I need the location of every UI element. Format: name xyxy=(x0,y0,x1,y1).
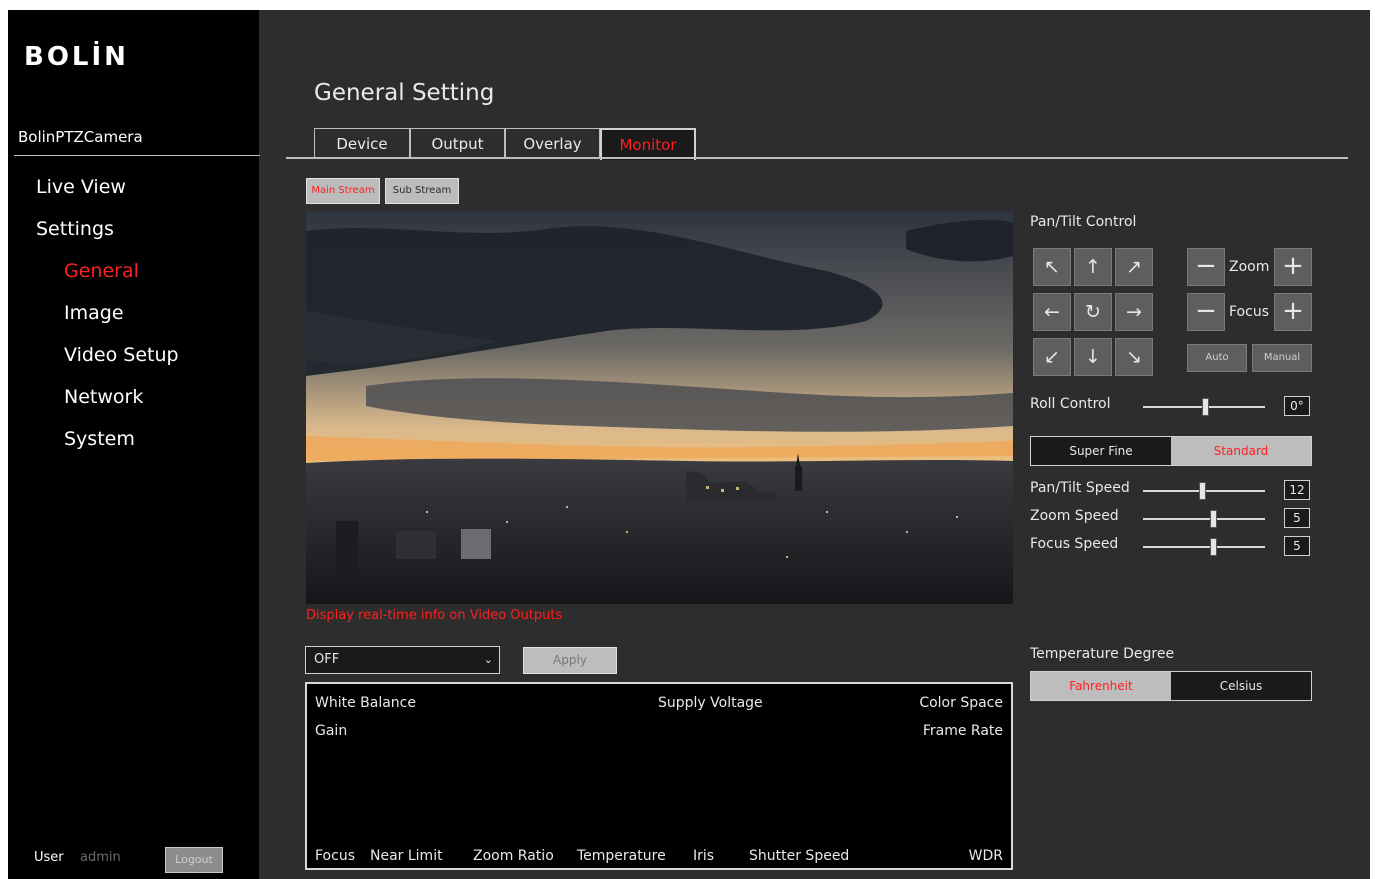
super-fine-option[interactable]: Super Fine xyxy=(1031,437,1171,465)
info-gain: Gain xyxy=(315,723,348,739)
app-frame: BOLİN BolinPTZCamera Live View Settings … xyxy=(8,10,1370,879)
focus-speed-value: 5 xyxy=(1284,536,1310,556)
home-refresh-icon[interactable]: ↻ xyxy=(1074,293,1112,331)
user-label: User xyxy=(34,850,64,865)
focus-speed-label: Focus Speed xyxy=(1030,536,1119,552)
focus-far-button[interactable]: + xyxy=(1274,293,1312,331)
nav-live-view[interactable]: Live View xyxy=(36,176,126,198)
logout-button[interactable]: Logout xyxy=(165,847,223,873)
roll-slider-thumb[interactable] xyxy=(1202,398,1209,416)
info-iris: Iris xyxy=(693,848,715,864)
nav-system[interactable]: System xyxy=(64,428,135,450)
arrow-up-right-icon[interactable]: ↗ xyxy=(1115,248,1153,286)
tab-monitor[interactable]: Monitor xyxy=(600,128,696,160)
nav-settings[interactable]: Settings xyxy=(36,218,114,240)
info-frame-rate: Frame Rate xyxy=(922,723,1003,739)
arrow-down-icon[interactable]: ↓ xyxy=(1074,338,1112,376)
arrow-right-icon[interactable]: → xyxy=(1115,293,1153,331)
info-shutter-speed: Shutter Speed xyxy=(749,848,850,864)
chevron-down-icon: ⌄ xyxy=(483,653,493,666)
tab-underline xyxy=(286,157,1348,159)
info-wdr: WDR xyxy=(968,848,1003,864)
main-stream-button[interactable]: Main Stream xyxy=(306,178,380,204)
user-name: admin xyxy=(80,850,121,865)
divider xyxy=(14,155,260,156)
info-supply-voltage: Supply Voltage xyxy=(658,695,763,711)
temperature-degree-label: Temperature Degree xyxy=(1030,646,1175,662)
nav-video-setup[interactable]: Video Setup xyxy=(64,344,179,366)
tab-device[interactable]: Device xyxy=(314,128,410,158)
focus-near-button[interactable]: − xyxy=(1187,293,1225,331)
tab-overlay[interactable]: Overlay xyxy=(505,128,600,158)
focus-manual-button[interactable]: Manual xyxy=(1252,344,1312,372)
device-name: BolinPTZCamera xyxy=(18,128,143,146)
standard-option[interactable]: Standard xyxy=(1171,437,1311,465)
arrow-down-left-icon[interactable]: ↙ xyxy=(1033,338,1071,376)
nav-general[interactable]: General xyxy=(64,260,139,282)
pan-tilt-speed-thumb[interactable] xyxy=(1199,482,1206,500)
info-panel: White Balance Supply Voltage Color Space… xyxy=(305,682,1013,870)
info-color-space: Color Space xyxy=(919,695,1003,711)
overlay-warning-text: Display real-time info on Video Outputs xyxy=(306,608,563,623)
zoom-speed-label: Zoom Speed xyxy=(1030,508,1119,524)
nav-network[interactable]: Network xyxy=(64,386,143,408)
info-temperature: Temperature xyxy=(577,848,666,864)
zoom-speed-thumb[interactable] xyxy=(1210,510,1217,528)
tab-bar: Device Output Overlay Monitor xyxy=(314,128,696,160)
celsius-option[interactable]: Celsius xyxy=(1171,672,1311,700)
roll-value: 0° xyxy=(1284,396,1310,416)
focus-auto-button[interactable]: Auto xyxy=(1187,344,1247,372)
focus-speed-thumb[interactable] xyxy=(1210,538,1217,556)
info-white-balance: White Balance xyxy=(315,695,416,711)
zoom-speed-value: 5 xyxy=(1284,508,1310,528)
pan-tilt-speed-label: Pan/Tilt Speed xyxy=(1030,480,1130,496)
pan-tilt-speed-slider[interactable] xyxy=(1143,482,1265,500)
info-focus: Focus xyxy=(315,848,355,864)
pan-tilt-speed-value: 12 xyxy=(1284,480,1310,500)
bolin-logo: BOLİN xyxy=(24,42,129,72)
arrow-up-icon[interactable]: ↑ xyxy=(1074,248,1112,286)
apply-button[interactable]: Apply xyxy=(523,647,617,674)
display-select[interactable]: OFF ⌄ xyxy=(305,646,500,674)
sub-stream-button[interactable]: Sub Stream xyxy=(385,178,459,204)
zoom-in-button[interactable]: + xyxy=(1274,248,1312,286)
zoom-label: Zoom xyxy=(1229,259,1270,275)
display-select-value: OFF xyxy=(314,652,340,667)
zoom-speed-slider[interactable] xyxy=(1143,510,1265,528)
tab-output[interactable]: Output xyxy=(410,128,505,158)
ptz-title: Pan/Tilt Control xyxy=(1030,214,1137,230)
info-zoom-ratio: Zoom Ratio xyxy=(473,848,554,864)
focus-label: Focus xyxy=(1229,304,1269,320)
focus-speed-slider[interactable] xyxy=(1143,538,1265,556)
zoom-out-button[interactable]: − xyxy=(1187,248,1225,286)
page-title: General Setting xyxy=(314,80,495,106)
precision-toggle: Super Fine Standard xyxy=(1030,436,1312,466)
roll-slider[interactable] xyxy=(1143,398,1265,416)
arrow-left-icon[interactable]: ← xyxy=(1033,293,1071,331)
fahrenheit-option[interactable]: Fahrenheit xyxy=(1031,672,1171,700)
temperature-toggle: Fahrenheit Celsius xyxy=(1030,671,1312,701)
arrow-up-left-icon[interactable]: ↖ xyxy=(1033,248,1071,286)
info-near-limit: Near Limit xyxy=(370,848,443,864)
sidebar: BOLİN BolinPTZCamera Live View Settings … xyxy=(8,10,260,879)
video-frame-image xyxy=(306,211,1013,604)
arrow-down-right-icon[interactable]: ↘ xyxy=(1115,338,1153,376)
video-preview[interactable] xyxy=(306,211,1013,604)
roll-control-label: Roll Control xyxy=(1030,396,1111,412)
nav-image[interactable]: Image xyxy=(64,302,124,324)
